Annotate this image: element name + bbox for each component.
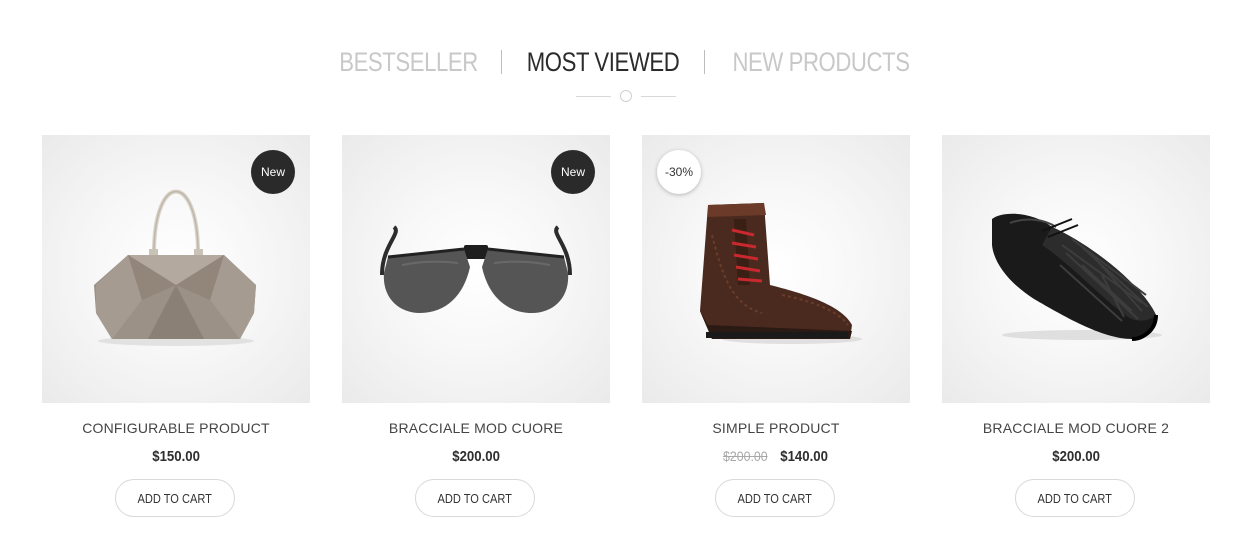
- product-card: BRACCIALE MOD CUORE 2 $200.00 ADD TO CAR…: [942, 135, 1210, 525]
- add-to-cart-button[interactable]: ADD TO CART: [715, 479, 835, 517]
- product-image[interactable]: [942, 135, 1210, 403]
- product-prices: $150.00: [42, 448, 310, 466]
- tab-separator: [704, 50, 706, 74]
- old-price: $200.00: [723, 448, 768, 464]
- product-image[interactable]: New: [342, 135, 610, 403]
- title-divider: [576, 89, 676, 103]
- product-image[interactable]: -30%: [642, 135, 910, 403]
- product-tabs: BESTSELLER MOST VIEWED NEW PRODUCTS: [0, 40, 1253, 84]
- product-name[interactable]: SIMPLE PRODUCT: [642, 420, 910, 436]
- product-name[interactable]: BRACCIALE MOD CUORE: [342, 420, 610, 436]
- discount-badge: -30%: [657, 150, 701, 194]
- product-name[interactable]: BRACCIALE MOD CUORE 2: [942, 420, 1210, 436]
- add-to-cart-label: ADD TO CART: [1037, 490, 1113, 506]
- product-prices: $200.00: [342, 448, 610, 466]
- add-to-cart-label: ADD TO CART: [737, 490, 813, 506]
- add-to-cart-button[interactable]: ADD TO CART: [1015, 479, 1135, 517]
- tab-bestseller[interactable]: BESTSELLER: [339, 47, 478, 78]
- new-badge: New: [551, 150, 595, 194]
- product-name[interactable]: CONFIGURABLE PRODUCT: [42, 420, 310, 436]
- product-card: New BRACCIALE MOD CUORE $200.00 ADD TO C…: [342, 135, 610, 525]
- product-price: $200.00: [452, 448, 500, 465]
- product-price: $200.00: [1052, 448, 1100, 465]
- add-to-cart-label: ADD TO CART: [437, 490, 513, 506]
- tab-most-viewed[interactable]: MOST VIEWED: [527, 47, 680, 78]
- tab-new-products[interactable]: NEW PRODUCTS: [732, 47, 910, 78]
- product-price: $150.00: [152, 448, 200, 465]
- divider-line: [641, 96, 676, 97]
- product-card: New CONFIGURABLE PRODUCT $150.00 ADD TO …: [42, 135, 310, 525]
- product-price: $140.00: [780, 448, 829, 465]
- add-to-cart-button[interactable]: ADD TO CART: [415, 479, 535, 517]
- product-grid: New CONFIGURABLE PRODUCT $150.00 ADD TO …: [42, 135, 1210, 535]
- tab-separator: [501, 50, 503, 74]
- add-to-cart-label: ADD TO CART: [137, 490, 213, 506]
- divider-dot: [620, 90, 632, 102]
- product-prices: $200.00: [942, 448, 1210, 466]
- product-card: -30% SIMPLE PRODUCT $200.00 $140.00 ADD …: [642, 135, 910, 525]
- product-image[interactable]: New: [42, 135, 310, 403]
- product-prices: $200.00 $140.00: [642, 448, 910, 466]
- shoe-icon: [992, 213, 1162, 341]
- new-badge: New: [251, 150, 295, 194]
- add-to-cart-button[interactable]: ADD TO CART: [115, 479, 235, 517]
- divider-line: [576, 96, 611, 97]
